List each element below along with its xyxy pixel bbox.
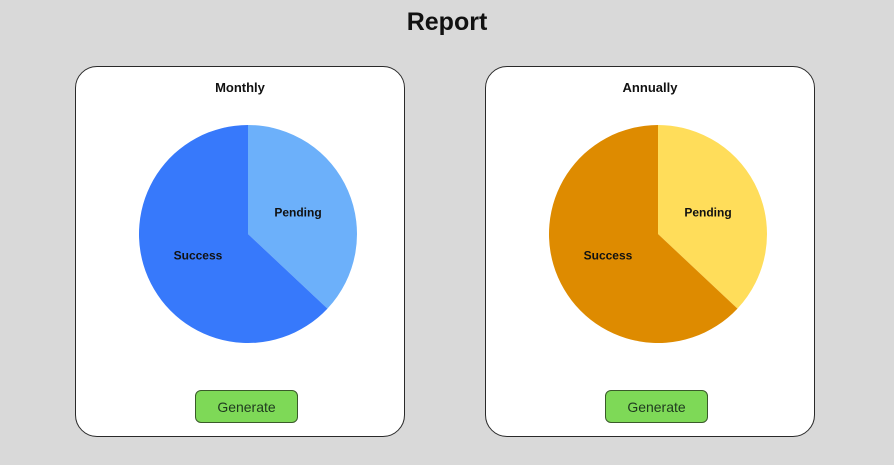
pie-label-pending: Pending — [274, 205, 321, 219]
card-title: Monthly — [215, 80, 265, 95]
pie-label-success: Success — [584, 249, 633, 263]
generate-annual-button[interactable]: Generate — [605, 390, 708, 423]
page-title: Report — [406, 8, 488, 36]
card-title: Annually — [622, 80, 678, 95]
monthly-report-card: Monthly Pending Success Generate — [75, 66, 405, 437]
pie-label-success: Success — [174, 249, 223, 263]
annual-report-card: Annually Pending Success Generate — [485, 66, 815, 437]
monthly-pie-chart: Pending Success — [138, 125, 357, 343]
pie-label-pending: Pending — [684, 205, 731, 219]
annual-pie-chart: Pending Success — [549, 125, 767, 343]
generate-monthly-button[interactable]: Generate — [195, 390, 298, 423]
